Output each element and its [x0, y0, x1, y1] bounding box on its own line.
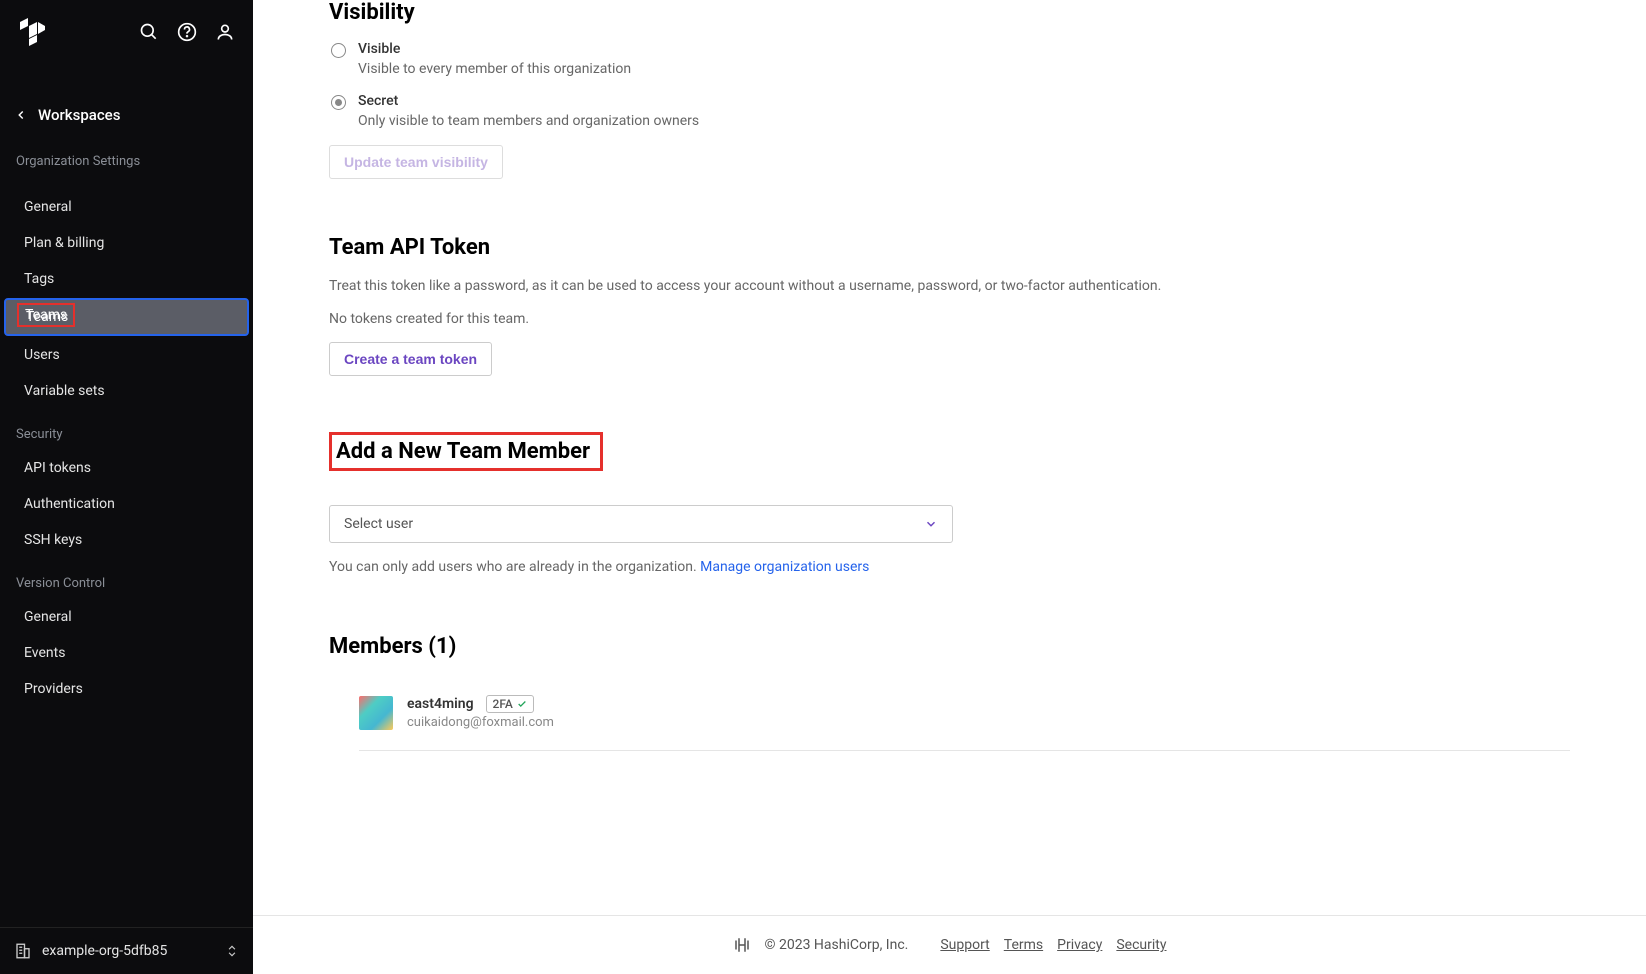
radio-title: Secret [358, 93, 699, 109]
member-name: east4ming [407, 696, 474, 712]
member-row: east4ming 2FA cuikaidong@foxmail.com [359, 675, 1570, 751]
org-switcher[interactable]: example-org-5dfb85 [0, 927, 253, 974]
update-visibility-button[interactable]: Update team visibility [329, 145, 503, 179]
org-name: example-org-5dfb85 [42, 943, 215, 959]
add-member-heading: Add a New Team Member [329, 432, 603, 471]
sidebar-item-authentication[interactable]: Authentication [4, 487, 249, 521]
sidebar-section-org-settings: Organization Settings [0, 136, 253, 177]
sidebar-item-api-tokens[interactable]: API tokens [4, 451, 249, 485]
workspaces-label: Workspaces [38, 106, 120, 124]
visibility-option-visible[interactable]: Visible Visible to every member of this … [329, 41, 1570, 77]
add-member-desc: You can only add users who are already i… [329, 557, 1570, 578]
sidebar-top [0, 0, 253, 64]
api-token-desc: Treat this token like a password, as it … [329, 276, 1570, 297]
sidebar-item-ssh-keys[interactable]: SSH keys [4, 523, 249, 557]
sidebar-section-version-control: Version Control [0, 558, 253, 599]
sidebar-item-users[interactable]: Users [4, 338, 249, 372]
create-token-button[interactable]: Create a team token [329, 342, 492, 376]
sidebar-item-variable-sets[interactable]: Variable sets [4, 374, 249, 408]
footer-link-privacy[interactable]: Privacy [1057, 937, 1102, 953]
api-token-none: No tokens created for this team. [329, 309, 1570, 330]
help-icon[interactable] [177, 22, 197, 42]
user-icon[interactable] [215, 22, 235, 42]
visibility-option-secret[interactable]: Secret Only visible to team members and … [329, 93, 1570, 129]
visibility-section: Visibility Visible Visible to every memb… [329, 0, 1570, 179]
search-icon[interactable] [139, 22, 159, 42]
logo-icon [18, 16, 46, 48]
add-member-section: Add a New Team Member Select user You ca… [329, 432, 1570, 578]
radio-desc: Only visible to team members and organiz… [358, 113, 699, 129]
sidebar-item-tags[interactable]: Tags [4, 262, 249, 296]
footer-link-support[interactable]: Support [940, 937, 989, 953]
badge-2fa: 2FA [486, 695, 534, 713]
hashicorp-icon [733, 936, 751, 954]
select-user-dropdown[interactable]: Select user [329, 505, 953, 543]
radio-checked-icon [331, 95, 346, 110]
sidebar-item-vc-providers[interactable]: Providers [4, 672, 249, 706]
sidebar: Workspaces Organization Settings General… [0, 0, 253, 974]
api-token-section: Team API Token Treat this token like a p… [329, 235, 1570, 376]
sort-icon [225, 944, 239, 958]
sidebar-item-vc-general[interactable]: General [4, 600, 249, 634]
sidebar-item-teams[interactable]: Teams Teams [4, 298, 249, 336]
main-content: Visibility Visible Visible to every memb… [253, 0, 1646, 974]
org-icon [14, 942, 32, 960]
copyright: © 2023 HashiCorp, Inc. [765, 937, 909, 953]
sidebar-section-security: Security [0, 409, 253, 450]
members-heading: Members (1) [329, 634, 1570, 659]
select-user-placeholder: Select user [344, 516, 413, 532]
chevron-down-icon [924, 517, 938, 531]
manage-org-users-link[interactable]: Manage organization users [700, 559, 869, 575]
radio-unchecked-icon [331, 43, 346, 58]
footer-link-terms[interactable]: Terms [1004, 937, 1043, 953]
member-email: cuikaidong@foxmail.com [407, 715, 554, 730]
radio-title: Visible [358, 41, 631, 57]
visibility-heading: Visibility [329, 0, 1570, 25]
sidebar-item-vc-events[interactable]: Events [4, 636, 249, 670]
footer: © 2023 HashiCorp, Inc. Support Terms Pri… [253, 915, 1646, 974]
sidebar-item-plan-billing[interactable]: Plan & billing [4, 226, 249, 260]
sidebar-item-general[interactable]: General [4, 190, 249, 224]
check-icon [517, 699, 527, 709]
avatar [359, 696, 393, 730]
radio-desc: Visible to every member of this organiza… [358, 61, 631, 77]
workspaces-back-link[interactable]: Workspaces [0, 94, 253, 136]
api-token-heading: Team API Token [329, 235, 1570, 260]
footer-link-security[interactable]: Security [1116, 937, 1166, 953]
members-section: Members (1) east4ming 2FA cuikaidong@fox… [329, 634, 1570, 751]
chevron-left-icon [14, 108, 28, 122]
